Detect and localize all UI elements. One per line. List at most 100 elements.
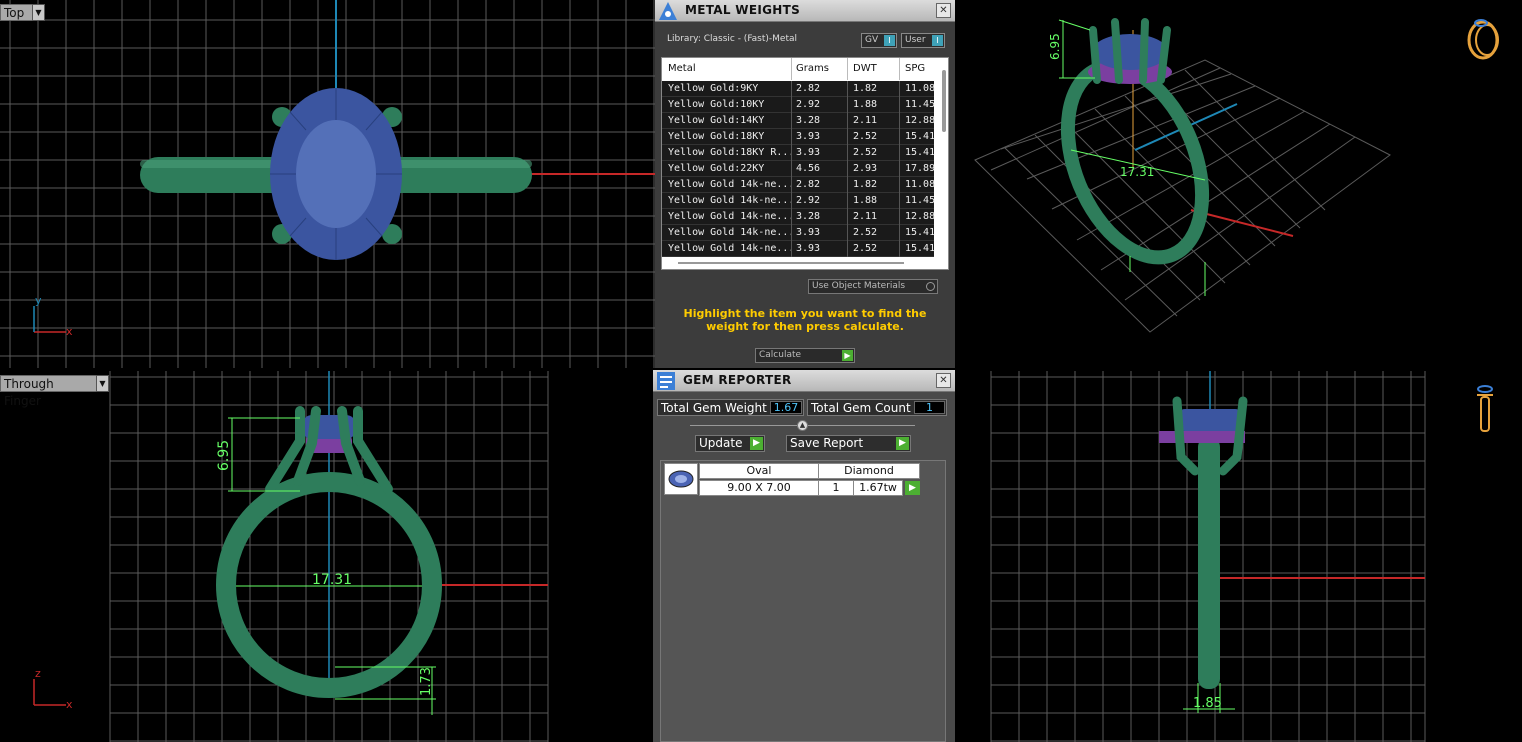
table-row[interactable]: Yellow Gold 14k-ne... 3.28 2.11 12.88 [662, 209, 935, 225]
gem-report-icon [657, 372, 675, 390]
save-report-button[interactable]: Save Report ▶ [786, 435, 911, 452]
table-cell: 1.82 [853, 83, 878, 94]
table-cell: Yellow Gold 14k-ne... [668, 211, 795, 222]
table-row[interactable]: Yellow Gold:10KY 2.92 1.88 11.45 [662, 97, 936, 113]
gem-reporter-titlebar[interactable]: GEM REPORTER ✕ [653, 370, 955, 392]
table-cell: 2.93 [853, 163, 878, 174]
total-gem-weight-field: Total Gem Weight 1.67 [657, 399, 804, 416]
table-cell: Yellow Gold 14k-ne... [668, 179, 795, 190]
viewport-label-through-finger[interactable]: Through Finger [0, 375, 98, 408]
table-row[interactable]: Yellow Gold:22KY 4.56 2.93 17.89 [662, 161, 936, 177]
close-icon[interactable]: ✕ [936, 373, 951, 388]
update-button[interactable]: Update ▶ [695, 435, 765, 452]
horizontal-scrollbar[interactable] [678, 262, 904, 264]
use-object-materials-label: Use Object Materials [812, 281, 906, 291]
perspective-view-scene: 6.95 17.31 [974, 18, 1499, 333]
top-viewport[interactable]: y x Top ▼ [0, 0, 655, 368]
dim-height-label: 6.95 [216, 440, 232, 471]
gv-toggle[interactable]: GV I [861, 33, 897, 48]
oval-gem-icon [668, 470, 694, 488]
gem-thumbnail [664, 463, 698, 495]
table-cell: 11.45 [905, 99, 936, 110]
instruction-hint: Highlight the item you want to find the … [683, 307, 927, 333]
table-cell: 17.89 [905, 163, 936, 174]
table-cell: 4.56 [796, 163, 821, 174]
table-cell: 15.41 [905, 147, 936, 158]
table-row[interactable]: Yellow Gold 14k-ne... 3.93 2.52 15.41 [662, 241, 936, 257]
table-cell: 11.45 [905, 195, 936, 206]
axis-indicator: z x [33, 667, 73, 711]
gv-toggle-label: GV [865, 35, 879, 45]
table-cell: 3.28 [796, 115, 821, 126]
total-gem-weight-label: Total Gem Weight [661, 401, 767, 415]
table-cell: 2.92 [796, 99, 821, 110]
table-cell: Yellow Gold:9KY [668, 83, 759, 94]
column-header[interactable]: Metal [668, 63, 696, 74]
table-cell: 2.82 [796, 179, 821, 190]
side-viewport[interactable]: 1.85 [955, 371, 1522, 742]
viewport-label-top[interactable]: Top [0, 4, 34, 21]
table-cell: 2.11 [853, 211, 878, 222]
table-cell: 15.41 [905, 227, 936, 238]
play-icon: ▶ [842, 350, 853, 361]
side-ring-view-icon[interactable] [1477, 385, 1493, 432]
gem-shape: Oval [699, 463, 819, 479]
gem-detail-button[interactable]: ▶ [905, 481, 920, 495]
top-view-scene: y x [0, 0, 655, 368]
dim-height-label: 6.95 [1048, 33, 1062, 60]
save-report-label: Save Report [790, 436, 864, 450]
splitter-handle-icon[interactable]: ▲ [797, 420, 808, 431]
table-row[interactable]: Yellow Gold:14KY 3.28 2.11 12.88 [662, 113, 935, 129]
table-cell: 11.08 [905, 179, 936, 190]
table-cell: 2.52 [853, 227, 878, 238]
gem-type: Diamond [818, 463, 920, 479]
toggle-icon: I [884, 35, 895, 46]
front-viewport[interactable]: 6.95 17.31 1.73 z x Through Finger ▼ [0, 371, 655, 742]
column-header[interactable]: SPG [905, 63, 925, 74]
table-cell: 15.41 [905, 243, 936, 254]
total-gem-count-value: 1 [914, 401, 945, 414]
calculate-button[interactable]: Calculate ▶ [755, 348, 855, 363]
table-row[interactable]: Yellow Gold 14k-ne... 2.82 1.82 11.08 [662, 177, 936, 193]
table-cell: 3.93 [796, 243, 821, 254]
user-toggle[interactable]: User I [901, 33, 945, 48]
grid-perspective [974, 59, 1391, 333]
table-cell: Yellow Gold:14KY [668, 115, 765, 126]
gem-side [1177, 409, 1243, 431]
table-cell: 2.52 [853, 243, 878, 254]
dim-width-label: 17.31 [312, 572, 352, 588]
ring-view-icon[interactable] [1467, 19, 1499, 60]
play-icon: ▶ [896, 437, 909, 450]
table-cell: 1.82 [853, 179, 878, 190]
total-gem-count-field: Total Gem Count 1 [807, 399, 947, 416]
vertical-scrollbar[interactable] [942, 70, 946, 132]
table-row[interactable]: Yellow Gold:9KY 2.82 1.82 11.08 [662, 81, 935, 97]
table-cell: 1.88 [853, 195, 878, 206]
table-cell: Yellow Gold:22KY [668, 163, 765, 174]
table-row[interactable]: Yellow Gold:18KY R... 3.93 2.52 15.41 [662, 145, 936, 161]
axis-x-label: x [66, 325, 73, 338]
gem-row[interactable]: Oval Diamond 9.00 X 7.00 1 1.67tw ▶ [664, 463, 944, 497]
viewport-menu-button[interactable]: ▼ [96, 375, 109, 392]
table-cell: 3.28 [796, 211, 821, 222]
use-object-materials-button[interactable]: Use Object Materials [808, 279, 938, 294]
table-row[interactable]: Yellow Gold:18KY 3.93 2.52 15.41 [662, 129, 935, 145]
table-cell: 3.93 [796, 147, 821, 158]
total-gem-weight-value: 1.67 [770, 401, 802, 414]
metal-weights-titlebar[interactable]: METAL WEIGHTS ✕ [655, 0, 955, 22]
perspective-viewport[interactable]: 6.95 17.31 [955, 0, 1522, 368]
table-row[interactable]: Yellow Gold 14k-ne... 2.92 1.88 11.45 [662, 193, 936, 209]
axis-x-label: x [66, 698, 73, 711]
column-header[interactable]: DWT [853, 63, 877, 74]
metal-weights-table[interactable]: Metal Grams DWT SPG Yellow Gold:9KY 2.82 1… [661, 57, 949, 270]
table-cell: Yellow Gold:18KY R... [668, 147, 795, 158]
user-toggle-label: User [905, 35, 926, 45]
viewport-menu-button[interactable]: ▼ [32, 4, 45, 21]
axis-z-label: z [35, 667, 41, 680]
table-cell: 2.52 [853, 131, 878, 142]
dim-band-label: 1.73 [419, 667, 434, 696]
close-icon[interactable]: ✕ [936, 3, 951, 18]
table-row[interactable]: Yellow Gold 14k-ne... 3.93 2.52 15.41 [662, 225, 936, 241]
gem-weight: 1.67tw [853, 480, 903, 496]
column-header[interactable]: Grams [796, 63, 829, 74]
